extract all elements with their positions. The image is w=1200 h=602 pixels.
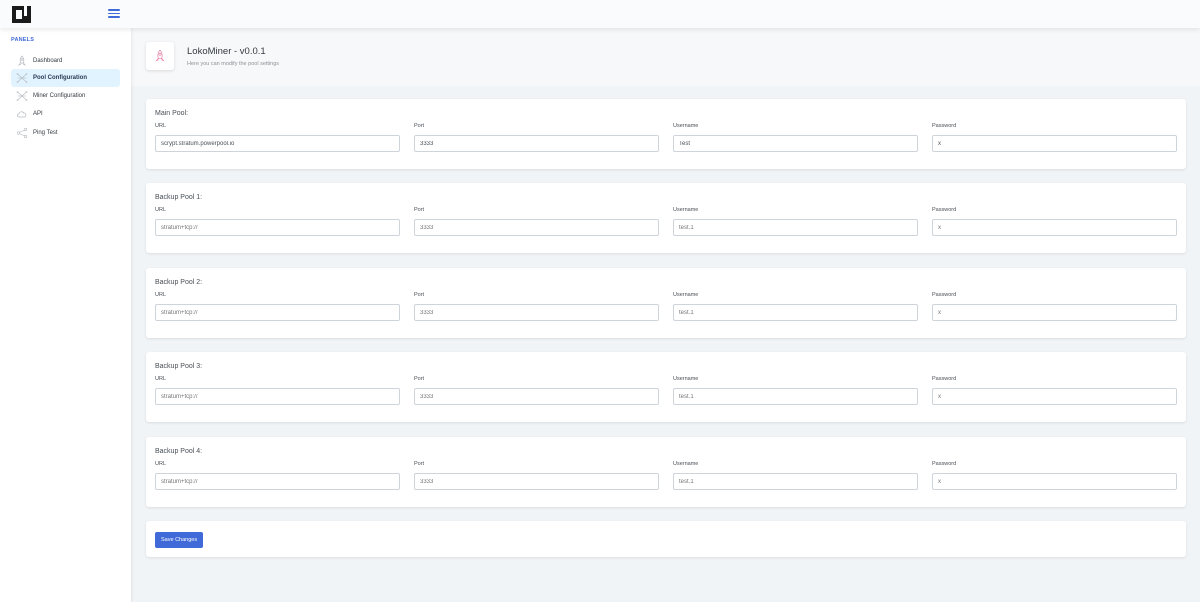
save-changes-button[interactable]: Save Changes	[155, 532, 204, 548]
hamburger-menu-icon[interactable]	[108, 9, 120, 18]
network-icon	[16, 91, 28, 101]
url-label: URL	[155, 292, 167, 298]
sidebar-item-label: Ping Test	[33, 130, 58, 136]
page-title: LokoMiner - v0.0.1	[187, 46, 266, 57]
top-bar	[0, 0, 1200, 28]
username-input[interactable]	[673, 473, 918, 490]
network-icon	[16, 73, 28, 83]
card-title: Backup Pool 4:	[155, 448, 203, 455]
url-label: URL	[155, 123, 167, 129]
sidebar-item-dashboard[interactable]: Dashboard	[11, 52, 120, 70]
username-input[interactable]	[673, 304, 918, 321]
card-title: Backup Pool 3:	[155, 363, 203, 370]
cloud-icon	[17, 111, 27, 118]
rocket-icon	[155, 49, 165, 62]
password-input[interactable]	[932, 388, 1177, 405]
password-label: Password	[932, 292, 957, 298]
port-label: Port	[414, 292, 425, 298]
url-input[interactable]	[155, 304, 400, 321]
sidebar-item-label: Dashboard	[33, 58, 63, 64]
url-input[interactable]	[155, 388, 400, 405]
url-label: URL	[155, 461, 167, 467]
port-input[interactable]	[414, 219, 659, 236]
sidebar: PANELS Dashboard Pool Configuration Mine…	[0, 28, 131, 602]
username-label: Username	[673, 207, 699, 213]
port-label: Port	[414, 376, 425, 382]
password-label: Password	[932, 376, 957, 382]
page-title-icon-box	[146, 42, 174, 70]
url-label: URL	[155, 376, 167, 382]
backup-pool-2-card: Backup Pool 2: URL Port Username Passwor…	[146, 268, 1186, 338]
username-input[interactable]	[673, 135, 918, 152]
port-input[interactable]	[414, 473, 659, 490]
password-input[interactable]	[932, 219, 1177, 236]
backup-pool-4-card: Backup Pool 4: URL Port Username Passwor…	[146, 437, 1186, 507]
app-logo[interactable]	[12, 6, 31, 23]
sidebar-item-pool-configuration[interactable]: Pool Configuration	[11, 69, 120, 87]
password-label: Password	[932, 123, 957, 129]
url-label: URL	[155, 207, 167, 213]
sidebar-item-miner-configuration[interactable]: Miner Configuration	[11, 87, 120, 105]
url-input[interactable]	[155, 473, 400, 490]
port-input[interactable]	[414, 135, 659, 152]
sidebar-item-ping-test[interactable]: Ping Test	[11, 124, 120, 142]
password-input[interactable]	[932, 304, 1177, 321]
sidebar-item-label: API	[33, 111, 43, 117]
username-input[interactable]	[673, 388, 918, 405]
card-title: Backup Pool 2:	[155, 279, 203, 286]
password-label: Password	[932, 207, 957, 213]
port-label: Port	[414, 123, 425, 129]
card-title: Main Pool:	[155, 110, 189, 117]
password-label: Password	[932, 461, 957, 467]
share-icon	[16, 127, 28, 139]
sidebar-item-api[interactable]: API	[11, 105, 120, 123]
port-label: Port	[414, 461, 425, 467]
rocket-icon	[17, 55, 27, 66]
username-label: Username	[673, 461, 699, 467]
port-label: Port	[414, 207, 425, 213]
save-card: Save Changes	[146, 521, 1186, 557]
password-input[interactable]	[932, 473, 1177, 490]
page-title-area: LokoMiner - v0.0.1 Here you can modify t…	[131, 28, 1200, 86]
url-input[interactable]	[155, 219, 400, 236]
username-label: Username	[673, 292, 699, 298]
backup-pool-3-card: Backup Pool 3: URL Port Username Passwor…	[146, 352, 1186, 422]
username-label: Username	[673, 376, 699, 382]
page-subtitle: Here you can modify the pool settings	[187, 61, 280, 67]
port-input[interactable]	[414, 388, 659, 405]
url-input[interactable]	[155, 135, 400, 152]
main-pool-card: Main Pool: URL Port Username Password	[146, 99, 1186, 169]
password-input[interactable]	[932, 135, 1177, 152]
backup-pool-1-card: Backup Pool 1: URL Port Username Passwor…	[146, 183, 1186, 253]
card-title: Backup Pool 1:	[155, 194, 203, 201]
username-label: Username	[673, 123, 699, 129]
username-input[interactable]	[673, 219, 918, 236]
port-input[interactable]	[414, 304, 659, 321]
sidebar-item-label: Miner Configuration	[33, 93, 86, 99]
sidebar-item-label: Pool Configuration	[33, 75, 87, 81]
sidebar-heading: PANELS	[11, 37, 35, 43]
